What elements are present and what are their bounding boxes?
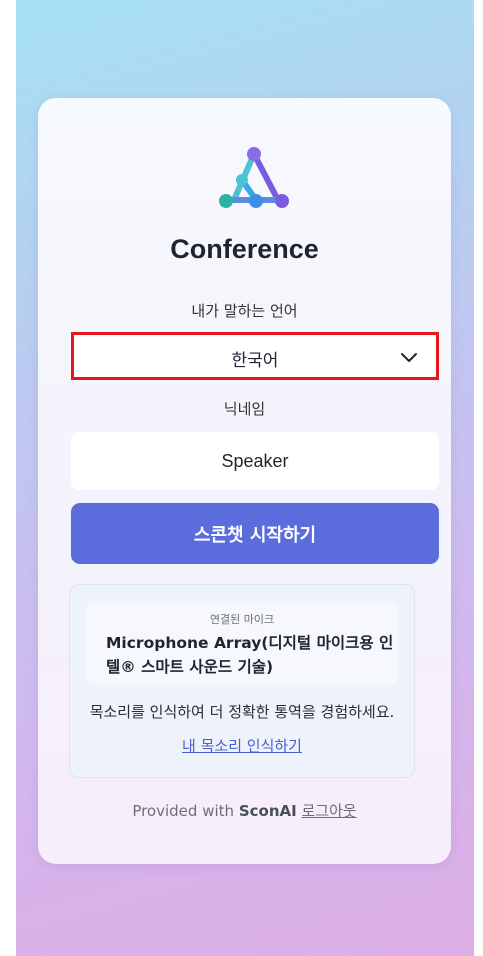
language-label: 내가 말하는 언어 (191, 302, 298, 320)
voice-recognition-link[interactable]: 내 목소리 인식하기 (70, 735, 414, 756)
footer-provided-text: Provided with (132, 802, 235, 820)
nickname-label: 닉네임 (223, 400, 266, 418)
chevron-down-icon (401, 353, 417, 362)
start-chat-button[interactable]: 스콘챗 시작하기 (71, 503, 439, 564)
footer: Provided with SconAI 로그아웃 (38, 800, 451, 821)
microphone-description: 목소리를 인식하여 더 정확한 통역을 경험하세요. (89, 703, 395, 721)
microphone-info: 연결된 마이크 Microphone Array(디지털 마이크용 인텔® 스마… (86, 601, 398, 685)
microphone-panel: 연결된 마이크 Microphone Array(디지털 마이크용 인텔® 스마… (69, 584, 415, 778)
background: Conference 내가 말하는 언어 한국어 닉네임 스콘챗 시작하기 연결… (16, 0, 474, 956)
logout-link[interactable]: 로그아웃 (301, 802, 356, 820)
microphone-caption: 연결된 마이크 (209, 613, 275, 626)
nickname-input[interactable] (71, 432, 439, 490)
language-selected-value: 한국어 (231, 351, 279, 371)
microphone-name: Microphone Array(디지털 마이크용 인텔® 스마트 사운드 기술… (106, 634, 394, 676)
login-card: Conference 내가 말하는 언어 한국어 닉네임 스콘챗 시작하기 연결… (38, 98, 451, 864)
page-title: Conference (170, 234, 319, 264)
footer-brand: SconAI (238, 802, 297, 820)
app-logo-icon (219, 147, 289, 208)
language-select[interactable]: 한국어 (71, 332, 439, 380)
